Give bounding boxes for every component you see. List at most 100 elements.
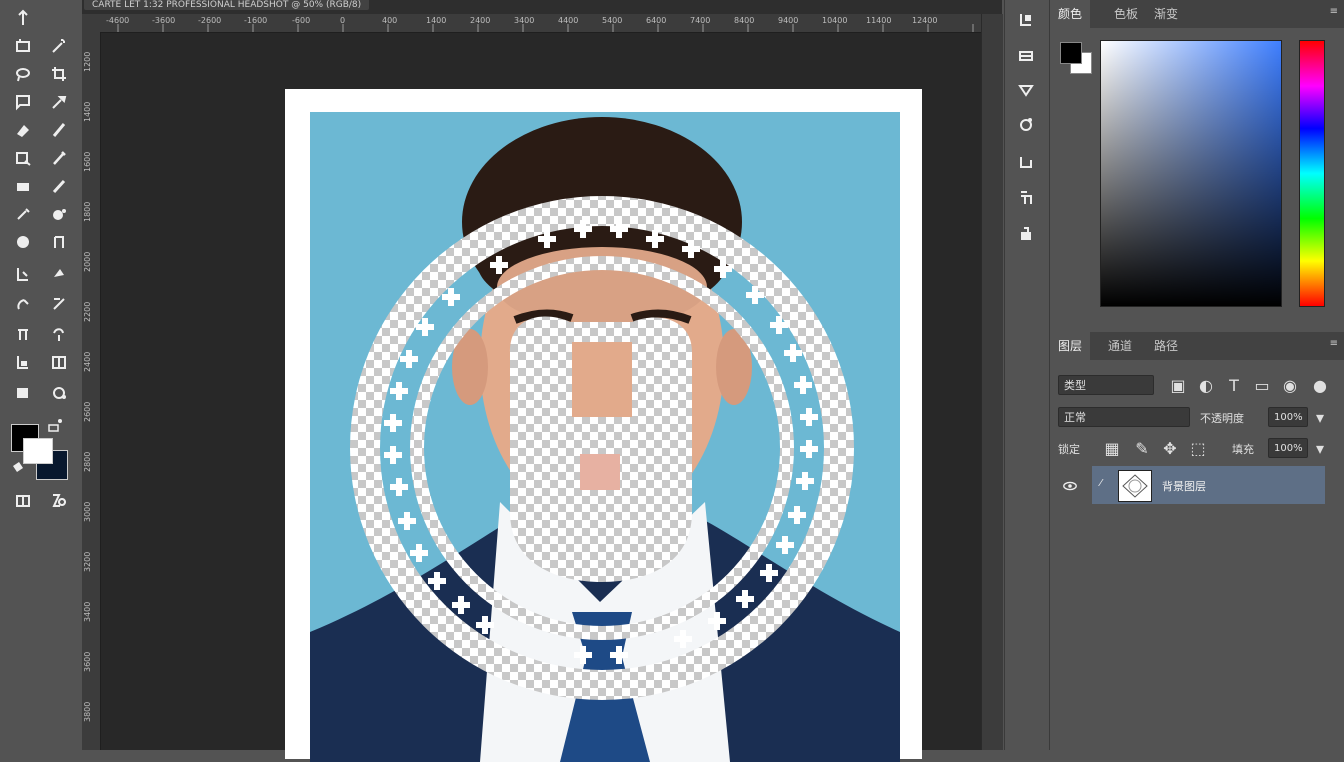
shape-tool-icon[interactable] bbox=[44, 262, 74, 286]
blend-mode-dropdown[interactable]: 正常 bbox=[1058, 407, 1190, 427]
zoom-tool-icon[interactable] bbox=[8, 322, 38, 346]
tab-swatches[interactable]: 色板 bbox=[1106, 0, 1146, 28]
fill-field[interactable]: 100% bbox=[1268, 438, 1308, 458]
note-tool-icon[interactable] bbox=[44, 322, 74, 346]
filter-smart-icon[interactable]: ◉ bbox=[1282, 376, 1298, 395]
character-panel-icon[interactable] bbox=[1014, 186, 1038, 210]
hand-tool-icon[interactable] bbox=[8, 292, 38, 316]
layer-row[interactable]: ⁄ 背景图层 bbox=[1092, 466, 1325, 504]
clone-stamp-icon[interactable] bbox=[8, 146, 38, 170]
artboard-tool-icon[interactable] bbox=[8, 34, 38, 58]
brush-tool-icon[interactable] bbox=[44, 118, 74, 142]
ruler-tool-icon[interactable] bbox=[8, 350, 38, 374]
lasso-tool-icon[interactable] bbox=[8, 62, 38, 86]
hue-slider[interactable] bbox=[1299, 40, 1325, 307]
layer-filter-dropdown[interactable]: 类型 bbox=[1058, 375, 1154, 395]
document-tab[interactable]: CARTE LET 1:32 PROFESSIONAL HEADSHOT @ 5… bbox=[84, 0, 370, 10]
layers-panel-menu-icon[interactable]: ≡ bbox=[1330, 338, 1338, 349]
paint-bucket-icon[interactable] bbox=[44, 380, 74, 404]
lock-artboard-icon[interactable]: ⬚ bbox=[1190, 439, 1206, 458]
ruler-label: -4600 bbox=[106, 16, 130, 25]
ruler-label: 1200 bbox=[83, 51, 92, 72]
history-brush-icon[interactable] bbox=[44, 146, 74, 170]
default-colors-icon[interactable] bbox=[8, 458, 28, 476]
edit-toolbar-icon[interactable] bbox=[44, 488, 74, 512]
layer-link-icon: ⁄ bbox=[1100, 478, 1102, 489]
tab-layers[interactable]: 图层 bbox=[1050, 332, 1091, 360]
count-tool-icon[interactable] bbox=[44, 350, 74, 374]
filter-adjustment-icon[interactable]: ◐ bbox=[1198, 376, 1214, 395]
text-tool-icon[interactable] bbox=[44, 230, 74, 254]
ruler-label: -2600 bbox=[198, 16, 222, 25]
eraser-icon[interactable] bbox=[8, 174, 38, 198]
ruler-label: 0 bbox=[340, 16, 346, 25]
ruler-label: 11400 bbox=[866, 16, 892, 25]
color-panel-tabs: 颜色 色板 渐变 ≡ bbox=[1050, 0, 1344, 28]
panel-menu-icon[interactable]: ≡ bbox=[1330, 6, 1338, 17]
ruler-label: -1600 bbox=[244, 16, 268, 25]
tab-gradients[interactable]: 渐变 bbox=[1146, 0, 1186, 28]
spot-healing-icon[interactable] bbox=[8, 118, 38, 142]
opacity-slider-icon[interactable]: ▾ bbox=[1312, 408, 1328, 427]
pen-tool-icon[interactable] bbox=[8, 230, 38, 254]
opacity-label: 不透明度 bbox=[1200, 412, 1244, 425]
ruler-label: -3600 bbox=[152, 16, 176, 25]
ruler-label: 8400 bbox=[734, 16, 755, 25]
opacity-field[interactable]: 100% bbox=[1268, 407, 1308, 427]
tab-paths[interactable]: 路径 bbox=[1146, 332, 1186, 360]
ruler-label: 12400 bbox=[912, 16, 938, 25]
lock-position-icon[interactable]: ✥ bbox=[1162, 439, 1178, 458]
foreground-color-chip[interactable] bbox=[1060, 42, 1082, 64]
adjustments-panel-icon[interactable] bbox=[1014, 78, 1038, 102]
filter-toggle-icon[interactable]: ● bbox=[1312, 376, 1328, 395]
eyedropper-icon[interactable] bbox=[44, 90, 74, 114]
ruler-label: 1600 bbox=[83, 151, 92, 172]
history-panel-icon[interactable] bbox=[1014, 8, 1038, 32]
move-tool-icon[interactable] bbox=[8, 6, 38, 30]
ruler-label: 9400 bbox=[778, 16, 799, 25]
styles-panel-icon[interactable] bbox=[1014, 112, 1038, 136]
layer-visibility-eye-icon[interactable] bbox=[1062, 478, 1078, 494]
ruler-label: 6400 bbox=[646, 16, 667, 25]
tab-channels[interactable]: 通道 bbox=[1100, 332, 1140, 360]
libraries-panel-icon[interactable] bbox=[1014, 150, 1038, 174]
quick-mask-icon[interactable] bbox=[8, 380, 38, 404]
layer-thumbnail[interactable] bbox=[1118, 470, 1152, 502]
frame-tool-icon[interactable] bbox=[8, 90, 38, 114]
ruler-vertical[interactable]: 1200 1400 1600 1800 2000 2200 2400 2600 … bbox=[82, 32, 101, 750]
lock-transparent-icon[interactable]: ▦ bbox=[1104, 439, 1120, 458]
path-select-icon[interactable] bbox=[8, 262, 38, 286]
ruler-label: 3000 bbox=[83, 501, 92, 522]
dodge-tool-icon[interactable] bbox=[44, 202, 74, 226]
fill-slider-icon[interactable]: ▾ bbox=[1312, 439, 1328, 458]
magic-wand-icon[interactable] bbox=[44, 34, 74, 58]
ruler-label: 5400 bbox=[602, 16, 623, 25]
ruler-label: 3600 bbox=[83, 651, 92, 672]
layer-thumbnail-icon bbox=[1122, 474, 1148, 498]
screen-mode-icon[interactable] bbox=[8, 488, 38, 512]
ruler-label: 3800 bbox=[83, 701, 92, 722]
crop-tool-icon[interactable] bbox=[44, 62, 74, 86]
portrait-photo[interactable] bbox=[310, 112, 900, 762]
fill-label: 填充 bbox=[1232, 443, 1254, 456]
rotate-view-icon[interactable] bbox=[44, 292, 74, 316]
ruler-label: 1400 bbox=[83, 101, 92, 122]
tab-color[interactable]: 颜色 bbox=[1050, 0, 1091, 28]
ruler-horizontal[interactable]: -4600 -3600 -2600 -1600 -600 0 400 1400 … bbox=[82, 14, 1002, 33]
blur-tool-icon[interactable] bbox=[8, 202, 38, 226]
ruler-label: 4400 bbox=[558, 16, 579, 25]
panel-icon-strip bbox=[1004, 0, 1050, 750]
filter-pixel-icon[interactable]: ▣ bbox=[1170, 376, 1186, 395]
lock-image-icon[interactable]: ✎ bbox=[1134, 439, 1150, 458]
color-spectrum-field[interactable] bbox=[1100, 40, 1282, 307]
properties-panel-icon[interactable] bbox=[1014, 44, 1038, 68]
filter-shape-icon[interactable]: ▭ bbox=[1254, 376, 1270, 395]
paragraph-panel-icon[interactable] bbox=[1014, 222, 1038, 246]
more-tools-icon[interactable] bbox=[40, 416, 70, 436]
layer-name[interactable]: 背景图层 bbox=[1162, 478, 1206, 494]
pencil-icon[interactable] bbox=[44, 174, 74, 198]
vertical-scrollbar[interactable] bbox=[981, 14, 1003, 750]
ruler-label: 1400 bbox=[426, 16, 447, 25]
filter-type-icon[interactable]: T bbox=[1226, 376, 1242, 395]
ruler-label: 400 bbox=[382, 16, 398, 25]
